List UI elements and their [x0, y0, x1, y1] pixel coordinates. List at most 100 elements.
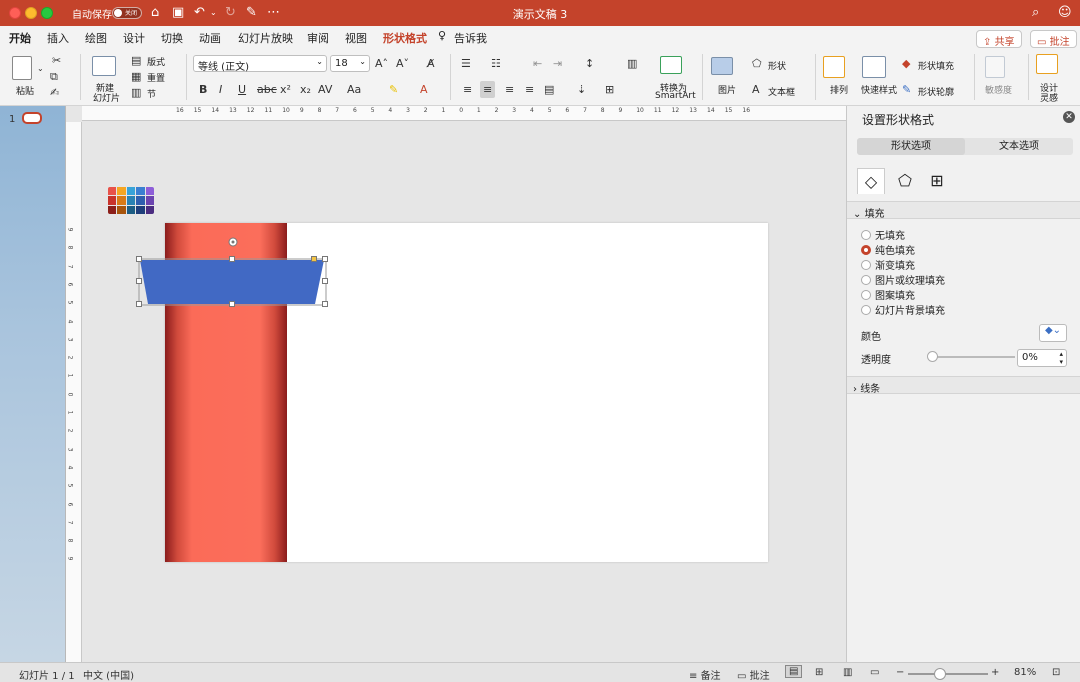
palette-swatch[interactable] — [108, 205, 117, 214]
tab-shape-format[interactable]: 形状格式 — [383, 30, 427, 46]
clear-format-icon[interactable]: A̸ — [427, 57, 435, 70]
shape-outline-icon[interactable]: ✎ — [902, 83, 911, 96]
tab-text-options[interactable]: 文本选项 — [965, 138, 1073, 155]
fill-option-none[interactable]: 无填充 — [861, 227, 905, 242]
tab-draw[interactable]: 绘图 — [85, 30, 107, 46]
resize-handle-n[interactable] — [229, 256, 235, 262]
reading-view-icon[interactable]: ▥ — [843, 667, 852, 678]
palette-swatch[interactable] — [108, 196, 117, 205]
distributed-icon[interactable]: ▤ — [544, 83, 554, 96]
palette-swatch[interactable] — [145, 196, 154, 205]
align-left-icon[interactable]: ≡ — [463, 83, 472, 96]
palette-swatch[interactable] — [117, 187, 126, 196]
text-direction-icon[interactable]: ⇣ — [577, 83, 586, 96]
shape-fill-label[interactable]: 形状填充 — [918, 59, 954, 72]
transparency-slider-track[interactable] — [931, 356, 1015, 358]
highlight-icon[interactable]: ✎ — [389, 83, 398, 96]
decrease-font-icon[interactable]: A˅ — [396, 57, 409, 70]
normal-view-icon[interactable]: ▤ — [785, 665, 803, 678]
character-spacing-icon[interactable]: AV — [318, 83, 332, 96]
zoom-slider-thumb[interactable] — [934, 668, 946, 680]
search-icon[interactable]: ⌕ — [1032, 4, 1039, 22]
line-section-header[interactable]: › 线条 — [847, 376, 1080, 395]
fill-option-gradient[interactable]: 渐变填充 — [861, 257, 915, 272]
bold-icon[interactable]: B — [199, 83, 207, 96]
tab-review[interactable]: 审阅 — [307, 30, 329, 46]
color-picker-button[interactable]: ◆⌄ — [1039, 324, 1067, 342]
shape-outline-label[interactable]: 形状轮廓 — [918, 85, 954, 98]
resize-handle-w[interactable] — [136, 278, 142, 284]
resize-handle-e[interactable] — [322, 278, 328, 284]
palette-swatch[interactable] — [126, 187, 136, 196]
underline-icon[interactable]: U — [238, 83, 246, 96]
tab-insert[interactable]: 插入 — [47, 30, 69, 46]
designer-icon[interactable] — [1036, 54, 1058, 74]
tab-animations[interactable]: 动画 — [199, 30, 221, 46]
parallelogram-fill[interactable] — [140, 260, 324, 304]
reset-label[interactable]: 重置 — [147, 71, 165, 84]
comments-button[interactable]: ▭ 批注 — [1030, 30, 1077, 48]
italic-icon[interactable]: I — [219, 83, 222, 96]
palette-swatch[interactable] — [136, 205, 145, 214]
palette-swatch[interactable] — [126, 196, 136, 205]
font-size-select[interactable]: 18 ⌄ — [330, 55, 370, 72]
share-button[interactable]: ⇪ 共享 — [976, 30, 1022, 48]
palette-swatch[interactable] — [117, 196, 126, 205]
palette-swatch[interactable] — [108, 187, 117, 196]
zoom-slider-track[interactable] — [908, 673, 988, 675]
color-palette[interactable] — [108, 187, 154, 214]
slide-thumbnail[interactable] — [22, 112, 42, 124]
line-spacing-icon[interactable]: ↕ — [585, 57, 594, 70]
increase-font-icon[interactable]: A˄ — [375, 57, 388, 70]
paste-icon[interactable] — [12, 56, 32, 80]
shapes-label[interactable]: 形状 — [768, 59, 786, 72]
palette-swatch[interactable] — [117, 205, 126, 214]
justify-icon[interactable]: ≡ — [525, 83, 534, 96]
tab-slideshow[interactable]: 幻灯片放映 — [238, 30, 293, 46]
adjust-handle[interactable] — [311, 256, 317, 262]
font-name-select[interactable]: 等线 (正文) ⌄ — [193, 55, 327, 73]
cut-icon[interactable]: ✂ — [52, 54, 61, 67]
palette-swatch[interactable] — [136, 196, 145, 205]
resize-handle-sw[interactable] — [136, 301, 142, 307]
columns-icon[interactable]: ▥ — [627, 57, 637, 70]
align-center-icon[interactable]: ≡ — [480, 81, 496, 98]
change-case-icon[interactable]: Aa — [347, 83, 361, 96]
comments-status-button[interactable]: ▭ 批注 — [737, 667, 770, 682]
fill-option-picture[interactable]: 图片或纹理填充 — [861, 272, 945, 287]
slideshow-view-icon[interactable]: ▭ — [870, 667, 879, 678]
palette-swatch[interactable] — [136, 187, 145, 196]
zoom-level[interactable]: 81% — [1014, 667, 1036, 678]
layout-icon[interactable]: ▤ — [131, 54, 141, 67]
shapes-icon[interactable]: ⬠ — [752, 57, 762, 70]
selected-parallelogram-shape[interactable] — [130, 232, 340, 316]
palette-swatch[interactable] — [126, 205, 136, 214]
fill-line-icon[interactable]: ◇ — [857, 168, 885, 194]
transparency-input[interactable]: 0% ▴ ▾ — [1017, 349, 1067, 367]
paste-dropdown-icon[interactable]: ⌄ — [37, 62, 44, 75]
smartart-icon[interactable] — [660, 56, 682, 74]
picture-icon[interactable] — [711, 57, 733, 75]
copy-icon[interactable]: ⧉ — [50, 70, 58, 83]
tab-design[interactable]: 设计 — [123, 30, 145, 46]
sensitivity-icon[interactable] — [985, 56, 1005, 78]
fill-option-background[interactable]: 幻灯片背景填充 — [861, 302, 945, 317]
arrange-icon[interactable] — [823, 56, 845, 78]
close-pane-icon[interactable]: ✕ — [1063, 111, 1075, 123]
decrease-indent-icon[interactable]: ⇤ — [533, 57, 542, 70]
section-icon[interactable]: ▥ — [131, 86, 141, 99]
zoom-out-icon[interactable]: − — [896, 667, 904, 678]
fit-to-window-icon[interactable]: ⊡ — [1052, 667, 1060, 678]
tab-transitions[interactable]: 切换 — [161, 30, 183, 46]
size-properties-icon[interactable]: ⊞ — [923, 168, 951, 194]
new-slide-icon[interactable] — [92, 56, 116, 76]
notes-button[interactable]: ≡ 备注 — [689, 667, 721, 682]
layout-label[interactable]: 版式 — [147, 55, 165, 68]
fill-section-header[interactable]: ⌄ 填充 — [847, 201, 1080, 220]
increase-indent-icon[interactable]: ⇥ — [553, 57, 562, 70]
resize-handle-ne[interactable] — [322, 256, 328, 262]
quick-styles-icon[interactable] — [862, 56, 886, 78]
reset-icon[interactable]: ▦ — [131, 70, 141, 83]
resize-handle-s[interactable] — [229, 301, 235, 307]
format-painter-icon[interactable]: ✍ — [50, 86, 59, 99]
